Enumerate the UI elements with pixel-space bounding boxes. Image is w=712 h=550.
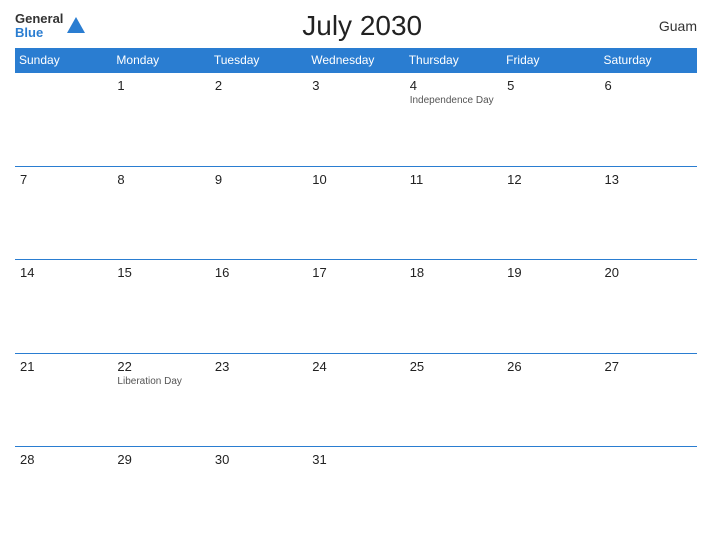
calendar-week-row: 28 29 30 31 [15, 447, 697, 541]
column-header-saturday: Saturday [600, 48, 697, 73]
day-number: 25 [410, 359, 497, 374]
day-number: 2 [215, 78, 302, 93]
calendar-cell [15, 73, 112, 167]
calendar-cell: 4 Independence Day [405, 73, 502, 167]
day-number: 31 [312, 452, 399, 467]
day-number: 11 [410, 172, 497, 187]
calendar-cell: 2 [210, 73, 307, 167]
day-number: 24 [312, 359, 399, 374]
day-number: 3 [312, 78, 399, 93]
day-number: 5 [507, 78, 594, 93]
logo-blue-text: Blue [15, 26, 63, 40]
calendar-cell: 30 [210, 447, 307, 541]
day-number: 29 [117, 452, 204, 467]
calendar-cell: 15 [112, 260, 209, 354]
day-number: 18 [410, 265, 497, 280]
calendar-cell: 31 [307, 447, 404, 541]
logo: General Blue [15, 12, 87, 41]
calendar-week-row: 1234 Independence Day 56 [15, 73, 697, 167]
event-label: Liberation Day [117, 376, 204, 387]
column-header-wednesday: Wednesday [307, 48, 404, 73]
column-header-sunday: Sunday [15, 48, 112, 73]
day-number: 7 [20, 172, 107, 187]
day-number: 27 [605, 359, 692, 374]
calendar-cell: 19 [502, 260, 599, 354]
calendar-cell: 22 Liberation Day [112, 353, 209, 447]
calendar-cell: 12 [502, 166, 599, 260]
calendar-cell: 11 [405, 166, 502, 260]
logo-general-text: General [15, 12, 63, 26]
calendar-cell: 29 [112, 447, 209, 541]
calendar-cell: 21 [15, 353, 112, 447]
calendar-cell: 7 [15, 166, 112, 260]
day-number: 13 [605, 172, 692, 187]
calendar-cell: 18 [405, 260, 502, 354]
day-number: 14 [20, 265, 107, 280]
day-number: 19 [507, 265, 594, 280]
logo-icon [65, 15, 87, 37]
calendar-week-row: 789 10 11 12 13 [15, 166, 697, 260]
calendar-cell: 28 [15, 447, 112, 541]
calendar-cell: 13 [600, 166, 697, 260]
day-number: 20 [605, 265, 692, 280]
day-number: 10 [312, 172, 399, 187]
column-header-monday: Monday [112, 48, 209, 73]
day-number: 1 [117, 78, 204, 93]
calendar-cell: 1 [112, 73, 209, 167]
calendar-week-row: 21 22 Liberation Day 23 24 25 26 27 [15, 353, 697, 447]
calendar-cell: 25 [405, 353, 502, 447]
calendar-cell: 3 [307, 73, 404, 167]
calendar-cell: 9 [210, 166, 307, 260]
day-number: 22 [117, 359, 204, 374]
calendar-cell: 16 [210, 260, 307, 354]
day-number: 8 [117, 172, 204, 187]
day-number: 15 [117, 265, 204, 280]
calendar-header-row: SundayMondayTuesdayWednesdayThursdayFrid… [15, 48, 697, 73]
calendar-cell [600, 447, 697, 541]
calendar-cell: 10 [307, 166, 404, 260]
day-number: 6 [605, 78, 692, 93]
calendar-cell: 23 [210, 353, 307, 447]
calendar-cell [405, 447, 502, 541]
calendar-cell: 20 [600, 260, 697, 354]
column-header-thursday: Thursday [405, 48, 502, 73]
day-number: 21 [20, 359, 107, 374]
event-label: Independence Day [410, 95, 497, 106]
day-number: 16 [215, 265, 302, 280]
calendar-table: SundayMondayTuesdayWednesdayThursdayFrid… [15, 48, 697, 540]
calendar-cell: 6 [600, 73, 697, 167]
column-header-friday: Friday [502, 48, 599, 73]
day-number: 23 [215, 359, 302, 374]
calendar-cell: 17 [307, 260, 404, 354]
calendar-cell: 26 [502, 353, 599, 447]
day-number: 26 [507, 359, 594, 374]
column-header-tuesday: Tuesday [210, 48, 307, 73]
calendar-cell [502, 447, 599, 541]
day-number: 30 [215, 452, 302, 467]
calendar-cell: 24 [307, 353, 404, 447]
calendar-cell: 8 [112, 166, 209, 260]
calendar-cell: 27 [600, 353, 697, 447]
day-number: 12 [507, 172, 594, 187]
day-number: 17 [312, 265, 399, 280]
calendar-title: July 2030 [87, 10, 637, 42]
calendar-cell: 14 [15, 260, 112, 354]
page-header: General Blue July 2030 Guam [15, 10, 697, 42]
day-number: 28 [20, 452, 107, 467]
region-label: Guam [637, 18, 697, 34]
day-number: 9 [215, 172, 302, 187]
calendar-week-row: 14 15 16 17 18 19 20 [15, 260, 697, 354]
day-number: 4 [410, 78, 497, 93]
calendar-cell: 5 [502, 73, 599, 167]
